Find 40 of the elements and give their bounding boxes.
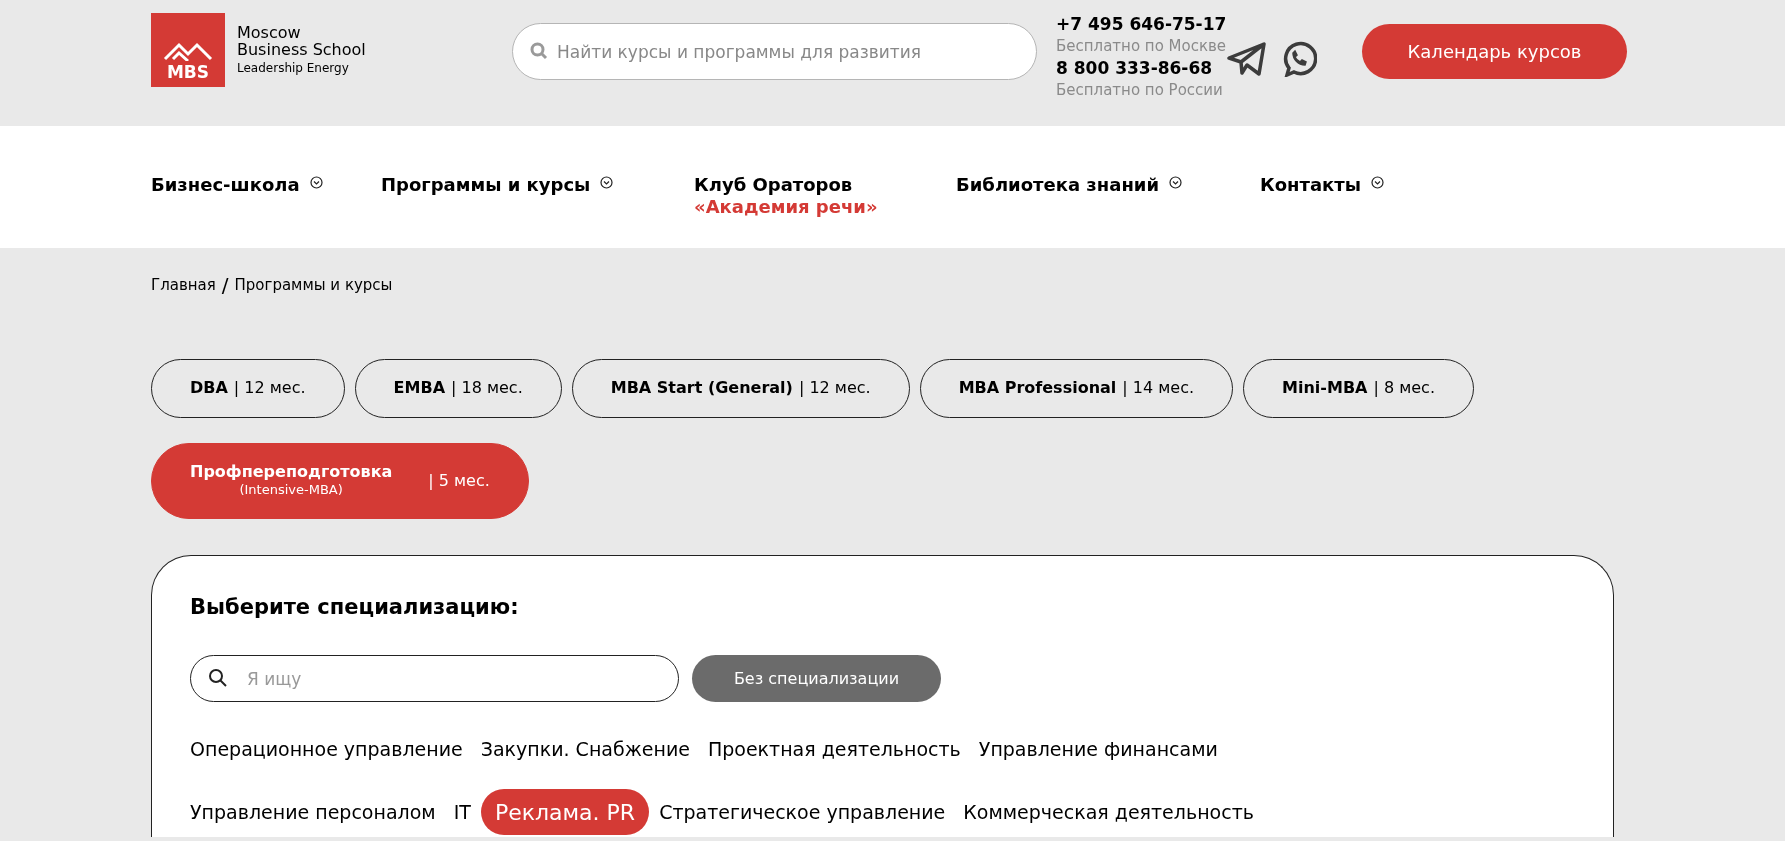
search-icon xyxy=(530,42,548,60)
search-input[interactable]: Найти курсы и программы для развития xyxy=(512,23,1037,80)
breadcrumb-separator: / xyxy=(221,275,229,296)
phone-note: Бесплатно по России xyxy=(1056,80,1224,101)
no-specialization-button[interactable]: Без специализации xyxy=(692,655,941,702)
chevron-down-icon[interactable] xyxy=(600,176,614,189)
chat-phone-icon[interactable] xyxy=(1281,41,1317,77)
chevron-down-icon[interactable] xyxy=(1169,176,1183,189)
logo-tagline: Leadership Energy xyxy=(237,59,350,77)
nav-link[interactable]: Библиотека знаний xyxy=(956,174,1160,196)
logo-text: Moscow xyxy=(237,23,302,41)
chevron-down-icon[interactable] xyxy=(1371,176,1385,189)
logo-text: MBS xyxy=(166,64,210,81)
section-title: Выберите специализацию: xyxy=(190,593,520,621)
calendar-button[interactable]: Календарь курсов xyxy=(1362,24,1627,79)
paper-plane-icon[interactable] xyxy=(1227,41,1267,77)
specialization-tag[interactable]: Коммерческая деятельность xyxy=(955,789,1262,835)
breadcrumb-link[interactable]: Главная xyxy=(151,274,216,297)
phone-note: Бесплатно по Москве xyxy=(1056,36,1226,57)
specialization-tag[interactable]: Управление персоналом xyxy=(182,789,444,835)
specialization-tag[interactable]: Операционное управление xyxy=(182,726,471,772)
phone-link[interactable]: +7 495 646-75-17 xyxy=(1056,13,1226,35)
search-icon xyxy=(208,668,228,688)
specialization-tag[interactable]: Реклама. PR xyxy=(480,789,650,835)
nav-link[interactable]: Контакты xyxy=(1260,174,1362,196)
specialization-tag[interactable]: Управление финансами xyxy=(970,726,1226,772)
breadcrumb-link[interactable]: Программы и курсы xyxy=(234,274,393,297)
logo-text: Business School xyxy=(237,40,366,58)
specialization-tag[interactable]: Проектная деятельность xyxy=(699,726,969,772)
search-input[interactable]: Я ищу xyxy=(190,655,679,702)
specialization-tag[interactable]: Закупки. Снабжение xyxy=(472,726,698,772)
chevron-down-icon[interactable] xyxy=(309,176,323,189)
specialization-tag[interactable]: Стратегическое управление xyxy=(651,789,954,835)
nav-link[interactable]: Программы и курсы xyxy=(381,174,591,196)
program-tab[interactable]: Профпереподготовка (Intensive-MBA) | 5 мес. xyxy=(151,442,529,519)
nav-accent[interactable]: «Академия речи» xyxy=(694,196,878,218)
nav-link[interactable]: Бизнес-школа xyxy=(151,174,300,196)
nav-link[interactable]: Клуб Ораторов xyxy=(694,174,878,196)
specialization-tag[interactable]: IT xyxy=(445,789,479,835)
phone-link[interactable]: 8 800 333-86-68 xyxy=(1056,57,1226,79)
